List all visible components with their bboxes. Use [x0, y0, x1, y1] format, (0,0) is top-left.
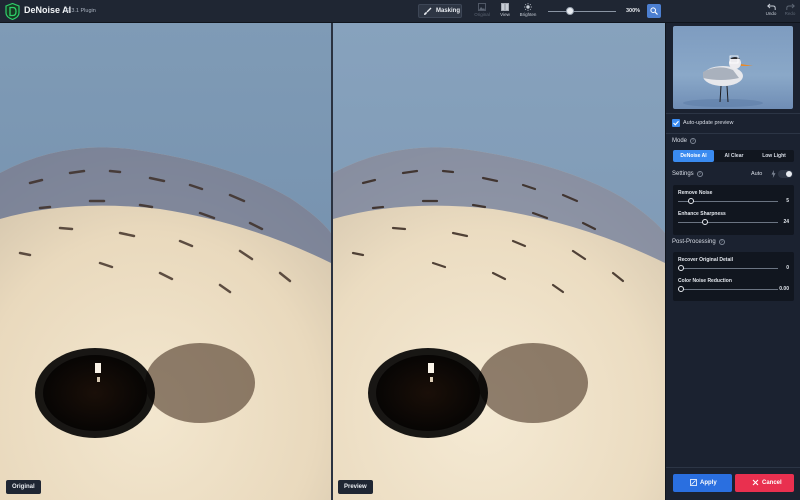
- post-processing-box: Recover Original Detail 0 Color Noise Re…: [673, 252, 794, 301]
- enhance-sharpness-slider[interactable]: [678, 222, 778, 223]
- image-viewer[interactable]: Original Preview: [0, 23, 665, 500]
- magnifier-icon: [650, 7, 658, 15]
- settings-sliders-box: Remove Noise 5 Enhance Sharpness 24: [673, 185, 794, 235]
- original-view-label: Original: [474, 12, 490, 17]
- mode-denoise-ai[interactable]: DeNoise AI: [673, 150, 714, 162]
- original-image-panel[interactable]: Original: [0, 23, 331, 500]
- checkbox-checked[interactable]: [672, 119, 680, 127]
- masking-button[interactable]: Masking: [418, 4, 462, 18]
- post-processing-heading: Post-Processing?: [672, 239, 725, 245]
- apply-label: Apply: [700, 480, 717, 486]
- redo-icon: [785, 3, 795, 10]
- check-icon: [673, 120, 679, 126]
- brighten-label: Brighten: [519, 12, 537, 17]
- top-toolbar: DeNoise AI v2.3.1 Plugin Masking Origina…: [0, 0, 800, 23]
- split-view-icon: [501, 3, 509, 11]
- denoise-app-window: DeNoise AI v2.3.1 Plugin Masking Origina…: [0, 0, 800, 500]
- enhance-sharpness-value: 24: [783, 219, 789, 225]
- cancel-label: Cancel: [762, 480, 782, 486]
- mode-selector: DeNoise AI AI Clear Low Light: [673, 150, 794, 162]
- view-label: View: [500, 12, 510, 17]
- bird-thumbnail-image: [673, 26, 793, 109]
- settings-sidebar: Auto-update preview Mode? DeNoise AI AI …: [665, 23, 800, 500]
- navigator-thumbnail[interactable]: [673, 26, 793, 109]
- apply-button[interactable]: Apply: [673, 474, 732, 492]
- brighten-button[interactable]: Brighten: [517, 3, 539, 21]
- remove-noise-label: Remove Noise: [678, 190, 713, 196]
- mode-ai-clear[interactable]: AI Clear: [714, 150, 754, 162]
- color-noise-reduction-handle[interactable]: [678, 286, 684, 292]
- mode-low-light[interactable]: Low Light: [754, 150, 794, 162]
- preview-image-panel[interactable]: Preview: [333, 23, 665, 500]
- zoom-button[interactable]: [647, 4, 661, 18]
- help-icon[interactable]: ?: [718, 239, 725, 245]
- recover-original-detail-slider[interactable]: [678, 268, 778, 269]
- split-view-button[interactable]: View: [494, 3, 516, 21]
- settings-label: Settings: [672, 171, 694, 177]
- color-noise-reduction-label: Color Noise Reduction: [678, 278, 732, 284]
- mode-heading: Mode?: [672, 138, 697, 144]
- zoom-slider-handle[interactable]: [566, 7, 574, 15]
- original-label: Original: [6, 480, 41, 494]
- recover-original-detail-label: Recover Original Detail: [678, 257, 734, 263]
- undo-label: Undo: [765, 11, 777, 16]
- undo-icon: [766, 3, 776, 10]
- preview-bird-photo: [333, 23, 665, 500]
- brush-icon: [424, 7, 432, 15]
- separator: [666, 133, 800, 134]
- help-icon[interactable]: ?: [696, 171, 703, 177]
- masking-label: Masking: [436, 8, 461, 14]
- close-icon: [752, 479, 759, 486]
- app-version: v2.3.1 Plugin: [64, 8, 96, 14]
- remove-noise-handle[interactable]: [688, 198, 694, 204]
- color-noise-reduction-slider[interactable]: [678, 289, 778, 290]
- auto-label: Auto: [751, 171, 763, 177]
- zoom-level: 300%: [626, 8, 641, 14]
- separator: [666, 113, 800, 114]
- separator: [666, 467, 800, 468]
- help-icon[interactable]: ?: [690, 138, 697, 144]
- original-bird-photo: [0, 23, 331, 500]
- enhance-sharpness-handle[interactable]: [702, 219, 708, 225]
- image-icon: [478, 3, 486, 11]
- toggle-knob: [786, 171, 792, 177]
- redo-label: Redo: [784, 11, 796, 16]
- mode-label: Mode: [672, 138, 688, 144]
- preview-label: Preview: [338, 480, 373, 494]
- post-processing-label: Post-Processing: [672, 239, 716, 245]
- original-view-button[interactable]: Original: [471, 3, 493, 21]
- remove-noise-value: 5: [786, 198, 789, 204]
- enhance-sharpness-label: Enhance Sharpness: [678, 211, 726, 217]
- zoom-slider-track[interactable]: [548, 11, 616, 12]
- color-noise-reduction-value: 0.00: [779, 286, 789, 292]
- redo-button[interactable]: Redo: [783, 2, 797, 16]
- settings-heading: Settings?: [672, 171, 703, 177]
- apply-icon: [690, 479, 697, 486]
- recover-original-detail-handle[interactable]: [678, 265, 684, 271]
- cancel-button[interactable]: Cancel: [735, 474, 794, 492]
- auto-toggle[interactable]: [778, 170, 793, 178]
- lightning-icon: [771, 170, 776, 178]
- undo-button[interactable]: Undo: [764, 2, 778, 16]
- denoise-logo-icon: [5, 3, 20, 20]
- recover-original-detail-value: 0: [786, 265, 789, 271]
- sun-icon: [524, 3, 532, 11]
- auto-update-preview-label: Auto-update preview: [683, 120, 734, 126]
